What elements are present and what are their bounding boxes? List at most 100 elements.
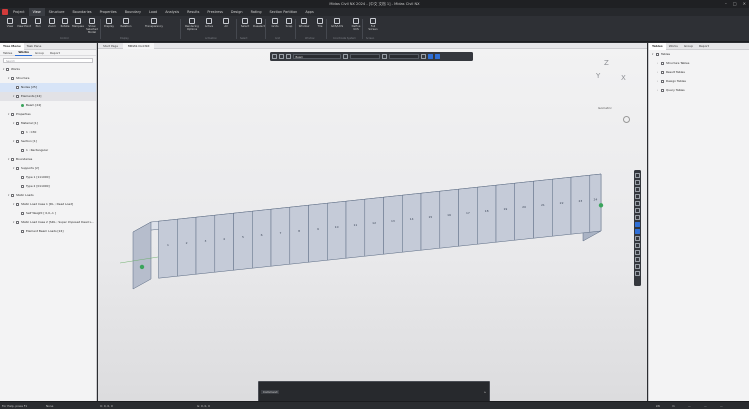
status-unit-5[interactable]: — (720, 404, 723, 408)
beam-model[interactable]: 1 2 3 4 5 6 7 8 9 10 11 12 13 14 15 16 17 18 19 20 21 22 23 24 (98, 43, 647, 401)
side-tool-7-icon[interactable] (635, 215, 640, 220)
beam-start-face[interactable] (132, 221, 152, 290)
side-tool-9-icon[interactable] (635, 229, 640, 234)
beam-element[interactable] (589, 173, 602, 233)
status-unit-4[interactable]: — (704, 404, 707, 408)
subtab-works[interactable]: Works (15, 49, 32, 56)
table-tree-item[interactable]: › Design Tables (649, 77, 749, 86)
full-screen-button[interactable]: Full Screen (366, 18, 380, 37)
beam-element[interactable] (195, 214, 216, 275)
app-logo-icon[interactable] (2, 9, 8, 15)
tree-item[interactable]: ▾ Boundaries (0, 155, 96, 164)
side-tool-5-icon[interactable] (635, 201, 640, 206)
beam-element[interactable] (364, 196, 384, 257)
side-tool-12-icon[interactable] (635, 250, 640, 255)
menu-section-partition[interactable]: Section Partition (266, 8, 302, 16)
tree-item[interactable]: ▾ Elements [24] (0, 92, 96, 101)
side-tool-15-icon[interactable] (635, 271, 640, 276)
side-tool-11-icon[interactable] (635, 243, 640, 248)
status-mode[interactable]: None (46, 404, 53, 408)
tree-item[interactable]: ▾ Works (0, 65, 96, 74)
subtab-report[interactable]: Report (47, 50, 63, 56)
display-button[interactable]: Display (102, 18, 116, 37)
status-unit-3[interactable]: — (688, 404, 691, 408)
menu-rating[interactable]: Rating (247, 8, 266, 16)
side-tool-4-icon[interactable] (635, 194, 640, 199)
beam-element[interactable] (158, 218, 178, 279)
tree-item[interactable]: Beam [24] (0, 101, 96, 110)
start-node-marker[interactable] (139, 264, 145, 270)
menu-boundaries[interactable]: Boundaries (68, 8, 95, 16)
subtab-tables[interactable]: Tables (0, 50, 15, 56)
tree-item[interactable]: ▾ Material [1] (0, 119, 96, 128)
beam-element[interactable] (177, 216, 197, 277)
window-button[interactable]: Window (297, 18, 311, 37)
menu-prestress[interactable]: Prestress (203, 8, 226, 16)
view-button[interactable]: View (3, 18, 17, 37)
deselect-button[interactable]: Deselect (252, 18, 266, 37)
menu-project[interactable]: Project (9, 8, 29, 16)
marquee-button[interactable]: Marquee (71, 18, 85, 37)
search-input[interactable]: Search (3, 58, 93, 63)
zoom-button[interactable]: Zoom (45, 18, 59, 37)
beam-element[interactable] (495, 182, 515, 243)
tree-item[interactable]: Type 2 [011000] (0, 182, 96, 191)
tree-item[interactable]: Element Beam Loads [24] (0, 227, 96, 236)
menu-boundary[interactable]: Boundary (121, 8, 145, 16)
menu-analysis[interactable]: Analysis (161, 8, 183, 16)
menu-structure[interactable]: Structure (45, 8, 69, 16)
show-selected-model-button[interactable]: Show Selected Model (85, 18, 99, 37)
tree-item[interactable]: ▾ Section [1] (0, 137, 96, 146)
rtab-works[interactable]: Works (666, 43, 681, 50)
status-unit-force[interactable]: kN (656, 404, 660, 408)
end-node-marker[interactable] (598, 203, 604, 208)
rtab-group[interactable]: Group (681, 43, 696, 50)
beam-element[interactable] (345, 198, 366, 259)
tree-item[interactable]: ▾ Static Loads (0, 191, 96, 200)
menu-results[interactable]: Results (183, 8, 203, 16)
beam-element[interactable] (308, 202, 328, 263)
beam-element[interactable] (402, 192, 422, 253)
rotate-button[interactable]: Rotate (58, 18, 72, 37)
tree-item[interactable]: ▾ Properties (0, 110, 96, 119)
snap-button[interactable]: Snap (282, 18, 296, 37)
beam-element[interactable] (552, 176, 572, 237)
table-tree-item[interactable]: › Query Tables (649, 86, 749, 95)
pan-button[interactable]: Pan (31, 18, 45, 37)
view-point-button[interactable]: View Point (17, 18, 31, 37)
menu-apps[interactable]: Apps (301, 8, 317, 16)
define-ucs-button[interactable]: Define UCS (349, 18, 363, 37)
select-button[interactable]: Select (238, 18, 252, 37)
active-button[interactable]: Active (202, 18, 216, 37)
command-expand-icon[interactable]: ▸ (484, 390, 486, 394)
menu-view[interactable]: View (28, 8, 45, 16)
side-tool-8-icon[interactable] (635, 222, 640, 227)
tile-button[interactable]: Tile (313, 18, 327, 37)
command-window[interactable]: Command ▸ (258, 381, 490, 402)
beam-element[interactable] (477, 184, 497, 245)
tree-item[interactable]: ▾ Static Load Case 2 [SDL ; Super Imposed… (0, 218, 96, 227)
rtab-report[interactable]: Report (696, 43, 712, 50)
side-tool-2-icon[interactable] (635, 180, 640, 185)
table-tree-item[interactable]: ▾ Tables (649, 50, 749, 59)
beam-element[interactable] (439, 188, 459, 249)
rendering-options-button[interactable]: Rendering Options (185, 18, 199, 37)
beam-element[interactable] (233, 210, 253, 271)
transparency-button[interactable]: Transparency (143, 18, 165, 37)
subtab-group[interactable]: Group (32, 50, 47, 56)
tree-item[interactable]: ▾ Structure (0, 74, 96, 83)
beam-element[interactable] (270, 206, 291, 267)
model-viewport[interactable]: Start Page MIDAS Civil NX Beam 123456789… (98, 42, 647, 402)
beam-element[interactable] (458, 186, 478, 247)
tree-item[interactable]: ▾ Static Load Case 1 [DL ; Dead Load] (0, 200, 96, 209)
beam-element[interactable] (420, 190, 441, 251)
beam-element[interactable] (327, 200, 347, 261)
menu-properties[interactable]: Properties (96, 8, 121, 16)
beam-element[interactable] (533, 178, 553, 239)
tree-item[interactable]: 1 : Rectangular (0, 146, 96, 155)
tree-item[interactable]: Self Weight [ 0,0,-1 ] (0, 209, 96, 218)
relation-button[interactable]: Relation (119, 18, 133, 37)
side-tool-13-icon[interactable] (635, 257, 640, 262)
beam-element[interactable] (383, 194, 403, 255)
beam-element[interactable] (252, 208, 272, 269)
